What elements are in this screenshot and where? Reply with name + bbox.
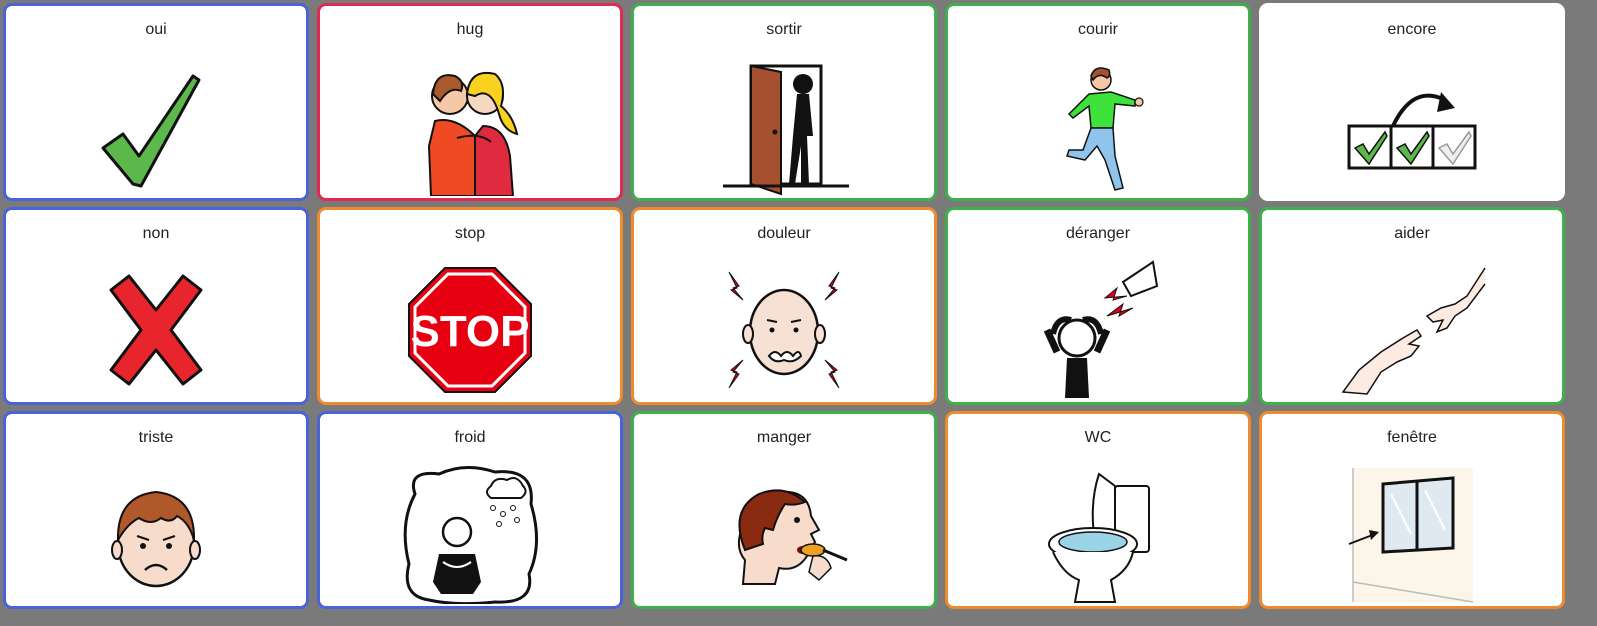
repeat-checks-icon xyxy=(1337,56,1487,196)
cold-icon xyxy=(395,464,545,604)
tile-label: WC xyxy=(1084,429,1112,446)
tile-label: aider xyxy=(1394,225,1430,242)
tile-label: fenêtre xyxy=(1387,429,1437,446)
helping-hands-icon xyxy=(1337,260,1487,400)
tile-encore[interactable]: encore xyxy=(1259,3,1565,201)
tile-courir[interactable]: courir xyxy=(945,3,1251,201)
tile-non[interactable]: non xyxy=(3,207,309,405)
tile-label: manger xyxy=(756,429,812,446)
tile-label: déranger xyxy=(1065,225,1131,242)
tile-deranger[interactable]: déranger xyxy=(945,207,1251,405)
window-icon xyxy=(1337,464,1487,604)
exit-door-icon xyxy=(709,56,859,196)
tile-manger[interactable]: manger xyxy=(631,411,937,609)
eating-icon xyxy=(709,464,859,604)
tile-wc[interactable]: WC xyxy=(945,411,1251,609)
tile-douleur[interactable]: douleur xyxy=(631,207,937,405)
tile-label: sortir xyxy=(766,21,802,38)
sad-face-icon xyxy=(81,464,231,604)
tile-aider[interactable]: aider xyxy=(1259,207,1565,405)
tile-label: oui xyxy=(145,21,167,38)
tile-label: douleur xyxy=(757,225,811,242)
tile-label: encore xyxy=(1387,21,1437,38)
tile-oui[interactable]: oui xyxy=(3,3,309,201)
tile-hug[interactable]: hug xyxy=(317,3,623,201)
tile-label: hug xyxy=(456,21,484,38)
tile-triste[interactable]: triste xyxy=(3,411,309,609)
tile-sortir[interactable]: sortir xyxy=(631,3,937,201)
cross-icon xyxy=(81,260,231,400)
tile-stop[interactable]: stop STOP xyxy=(317,207,623,405)
checkmark-icon xyxy=(81,56,231,196)
tile-label: non xyxy=(142,225,170,242)
tile-label: triste xyxy=(138,429,174,446)
hug-icon xyxy=(395,56,545,196)
tile-fenetre[interactable]: fenêtre xyxy=(1259,411,1565,609)
running-boy-icon xyxy=(1023,56,1173,196)
tile-label: courir xyxy=(1077,21,1118,38)
tile-label: froid xyxy=(454,429,486,446)
communication-board: oui hug sortir courir encore non stop ST… xyxy=(3,3,1565,609)
headache-icon xyxy=(709,260,859,400)
tile-froid[interactable]: froid xyxy=(317,411,623,609)
tile-label: stop xyxy=(454,225,486,242)
toilet-icon xyxy=(1023,464,1173,604)
disturbed-noise-icon xyxy=(1023,260,1173,400)
svg-text:STOP: STOP xyxy=(410,307,529,356)
stop-sign-icon: STOP xyxy=(395,260,545,400)
